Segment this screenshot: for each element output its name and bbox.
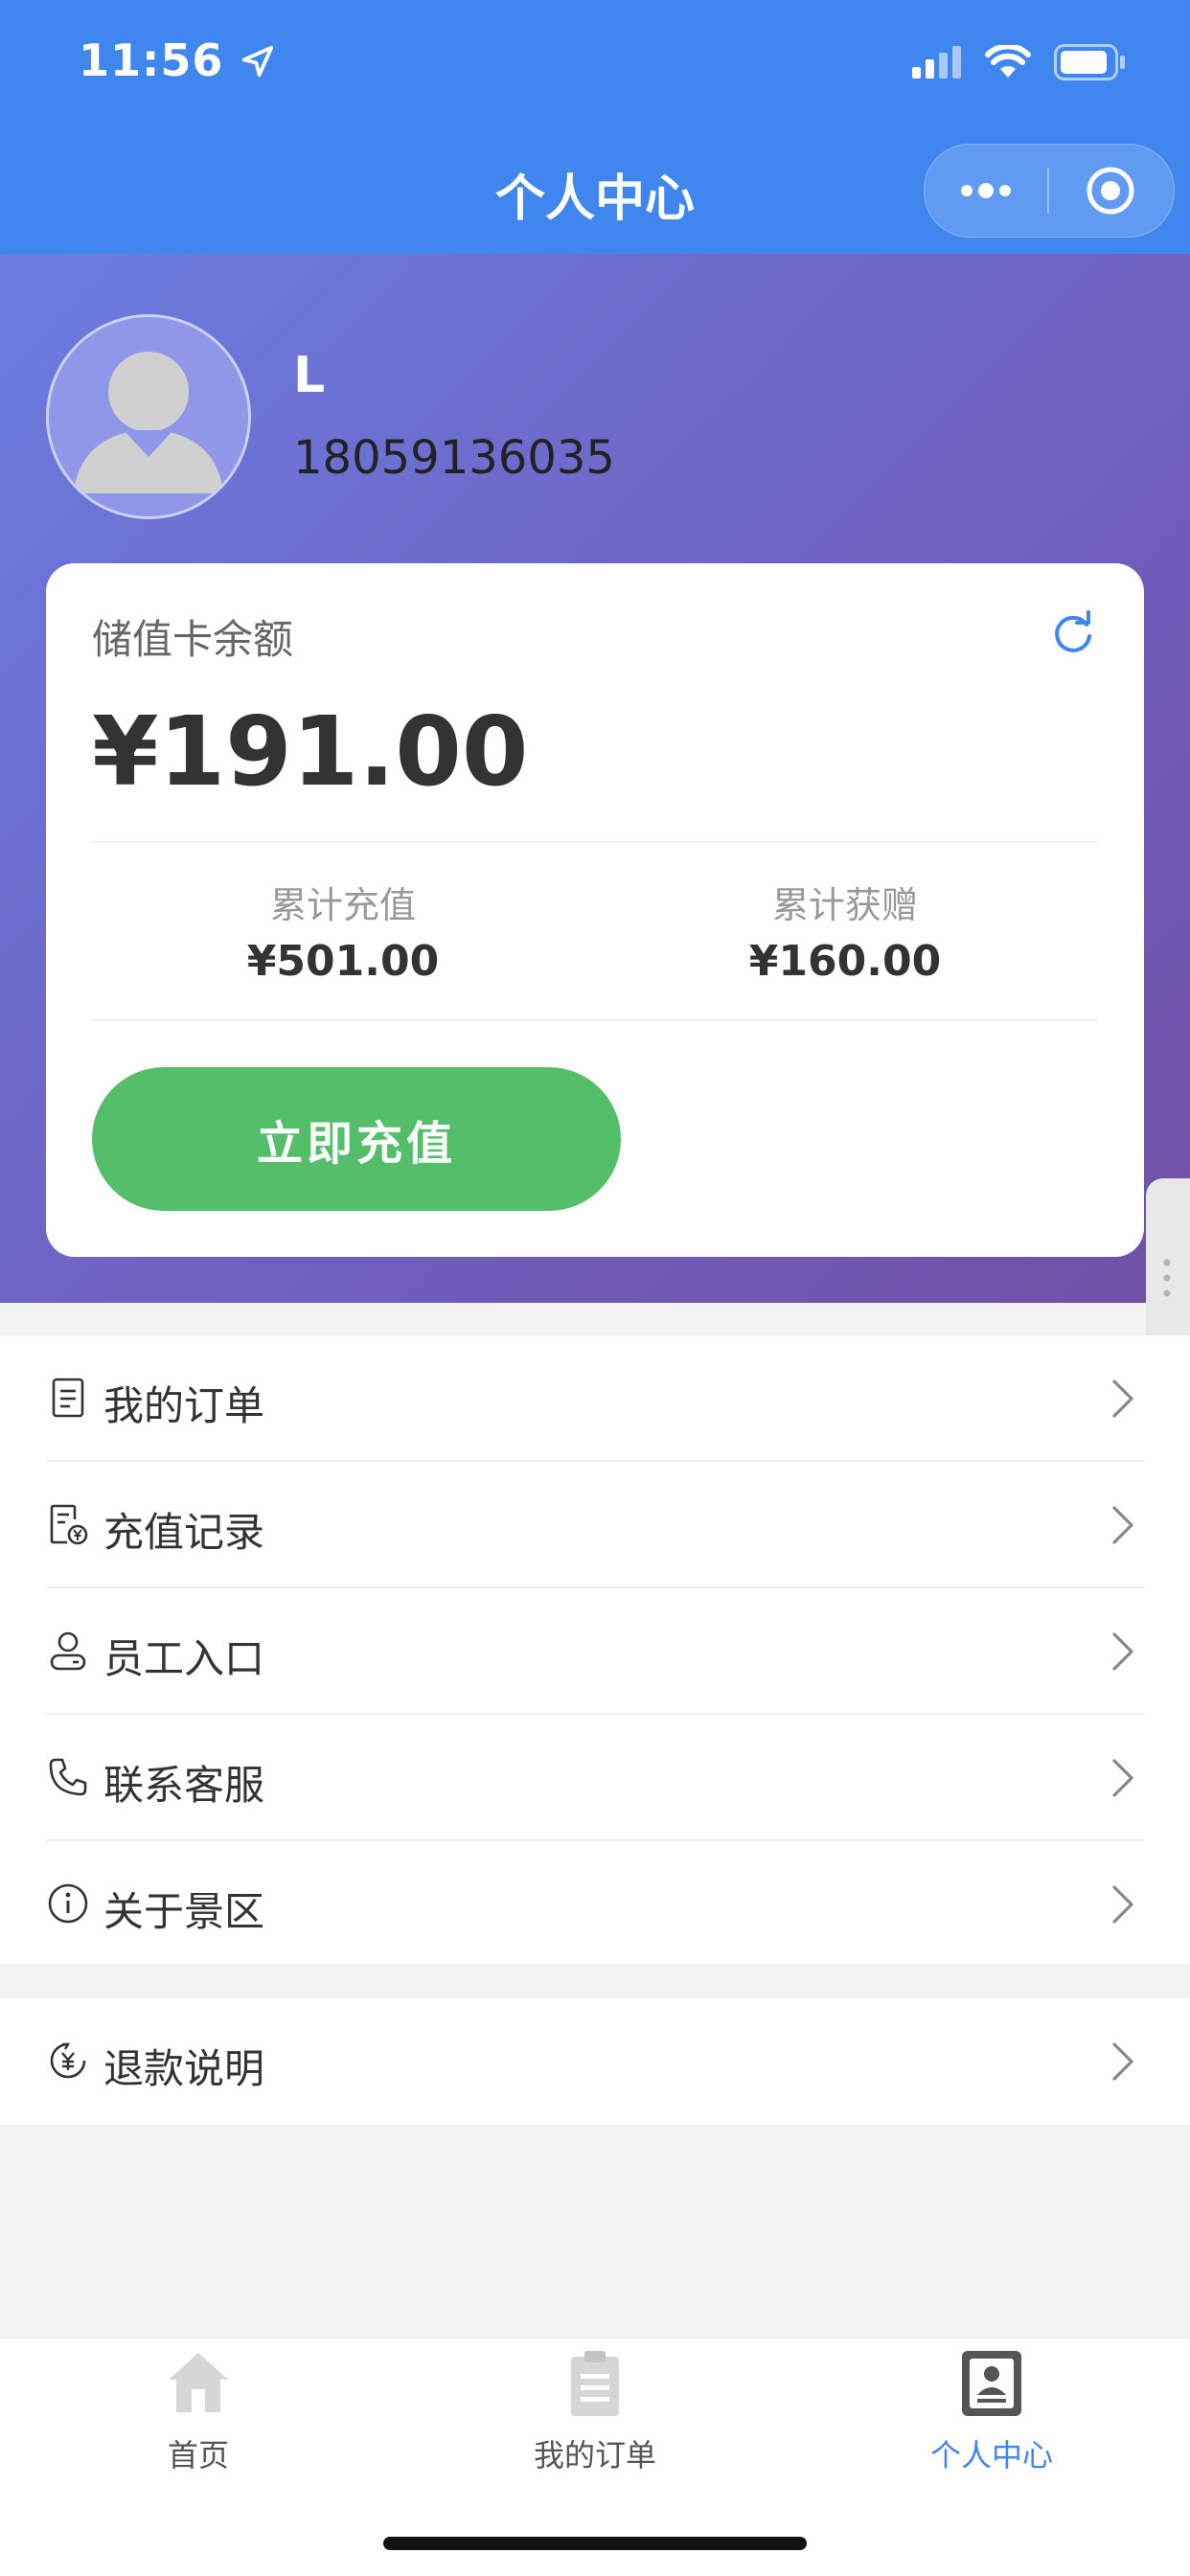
more-button[interactable] (925, 145, 1047, 237)
total-recharge-value: ¥501.00 (246, 937, 440, 986)
home-indicator (383, 2537, 807, 2550)
staff-icon (50, 1631, 86, 1671)
chevron-right-icon (1112, 1379, 1133, 1418)
clipboard-icon (571, 2351, 619, 2416)
menu-list: 我的订单 充值记录 员工入口 联系客服 关于景区 (0, 1335, 1190, 1964)
menu-label: 联系客服 (103, 1762, 265, 1809)
info-icon (48, 1883, 88, 1924)
target-icon (1087, 167, 1134, 215)
tab-home[interactable]: 首页 (0, 2347, 397, 2481)
menu-label: 充值记录 (103, 1509, 265, 1556)
avatar[interactable] (46, 314, 251, 519)
menu-item-recharge-records[interactable]: 充值记录 (0, 1462, 1190, 1588)
chevron-right-icon (1112, 1759, 1133, 1797)
tab-profile[interactable]: 个人中心 (793, 2347, 1190, 2481)
refund-icon (50, 2042, 86, 2079)
menu-item-orders[interactable]: 我的订单 (0, 1335, 1190, 1462)
tab-orders[interactable]: 我的订单 (397, 2347, 793, 2481)
status-time: 11:56 (79, 34, 276, 86)
menu-label: 退款说明 (103, 2045, 265, 2092)
recharge-record-icon (50, 1504, 88, 1545)
menu-list-secondary: 退款说明 (0, 1998, 1190, 2125)
profile-card-icon (962, 2351, 1021, 2416)
chevron-right-icon (1112, 1885, 1133, 1924)
battery-icon (1054, 44, 1125, 80)
user-name: L (293, 347, 326, 404)
phone-icon (49, 1758, 87, 1796)
home-icon (169, 2353, 228, 2412)
status-icons (912, 38, 1127, 86)
menu-item-staff-entry[interactable]: 员工入口 (0, 1588, 1190, 1715)
tab-label: 我的订单 (533, 2437, 656, 2473)
card-divider-bottom (92, 1019, 1098, 1021)
menu-label: 员工入口 (103, 1635, 265, 1682)
total-bonus-label: 累计获赠 (771, 884, 918, 926)
document-icon (52, 1378, 84, 1418)
menu-label: 关于景区 (103, 1888, 265, 1935)
total-bonus-value: ¥160.00 (748, 937, 942, 986)
refresh-icon[interactable] (1048, 609, 1098, 659)
balance-title: 储值卡余额 (92, 616, 294, 663)
tab-label: 个人中心 (929, 2437, 1053, 2473)
menu-item-refund-policy[interactable]: 退款说明 (0, 1998, 1190, 2125)
close-miniapp-button[interactable] (1049, 145, 1172, 237)
miniapp-capsule (924, 144, 1175, 238)
card-divider-top (92, 841, 1098, 843)
location-arrow-icon (242, 45, 274, 78)
user-phone: 18059136035 (293, 431, 615, 485)
tab-label: 首页 (167, 2437, 229, 2473)
balance-amount: ¥191.00 (92, 695, 529, 808)
wifi-icon (985, 45, 1031, 78)
menu-item-about[interactable]: 关于景区 (0, 1841, 1190, 1968)
chevron-right-icon (1112, 1632, 1133, 1671)
signal-icon (912, 46, 961, 79)
total-recharge-label: 累计充值 (269, 884, 416, 926)
default-avatar-icon (74, 352, 223, 493)
recharge-button[interactable]: 立即充值 (92, 1067, 621, 1211)
chevron-right-icon (1112, 2042, 1133, 2081)
more-dots-icon (961, 183, 1011, 198)
chevron-right-icon (1112, 1506, 1133, 1544)
menu-item-contact-service[interactable]: 联系客服 (0, 1715, 1190, 1841)
menu-label: 我的订单 (103, 1382, 265, 1429)
